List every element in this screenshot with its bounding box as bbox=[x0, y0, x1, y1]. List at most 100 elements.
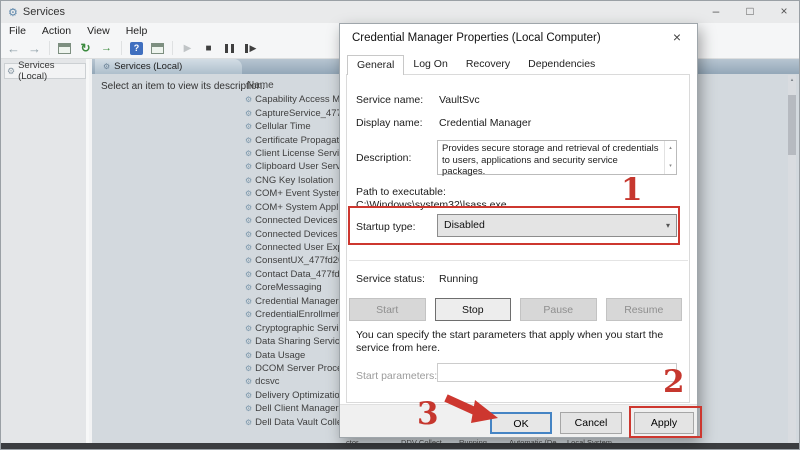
service-list-item[interactable]: Delivery Optimizatio bbox=[245, 389, 341, 402]
display-name-value: Credential Manager bbox=[439, 117, 532, 129]
properties-icon[interactable] bbox=[149, 40, 166, 56]
service-list-item[interactable]: CredentialEnrollmen bbox=[245, 308, 341, 321]
services-list: Capability Access MaCaptureService_477fC… bbox=[245, 93, 341, 429]
annotation-box-apply bbox=[629, 406, 702, 438]
service-list-item[interactable]: Cryptographic Servi bbox=[245, 321, 341, 334]
services-tab-label: Services (Local) bbox=[114, 61, 183, 72]
service-list-item[interactable]: Certificate Propagati bbox=[245, 133, 341, 146]
console-tree-panel: ⚙ Services (Local) bbox=[1, 59, 89, 443]
path-to-executable-label: Path to executable: bbox=[356, 186, 446, 198]
minimize-button[interactable]: – bbox=[699, 1, 733, 23]
resume-button[interactable]: Resume bbox=[605, 298, 682, 321]
service-list-item[interactable]: ConsentUX_477fd20 bbox=[245, 254, 341, 267]
bottom-dark-bar bbox=[1, 443, 799, 449]
menu-help[interactable]: Help bbox=[118, 25, 156, 37]
service-list-item[interactable]: COM+ System Appli bbox=[245, 201, 341, 214]
start-service-icon[interactable]: ▶ bbox=[179, 40, 196, 56]
annotation-step-1: 1 bbox=[621, 172, 643, 208]
service-list-item[interactable]: dcsvc bbox=[245, 375, 341, 388]
help-icon[interactable]: ? bbox=[128, 40, 145, 56]
window-title: Services bbox=[22, 6, 66, 18]
dialog-title: Credential Manager Properties (Local Com… bbox=[340, 24, 697, 52]
tree-item-services-local[interactable]: ⚙ Services (Local) bbox=[4, 60, 86, 82]
cancel-button[interactable]: Cancel bbox=[560, 412, 622, 434]
service-list-item[interactable]: Contact Data_477fd2 bbox=[245, 268, 341, 281]
scroll-down-icon[interactable]: ▾ bbox=[669, 161, 672, 173]
services-window: ⚙ Services – □ × File Action View Help ←… bbox=[0, 0, 800, 450]
service-list-item[interactable]: Capability Access Ma bbox=[245, 93, 341, 106]
tab-log-on[interactable]: Log On bbox=[404, 55, 456, 75]
service-control-buttons: Start Stop Pause Resume bbox=[349, 298, 682, 321]
section-divider bbox=[349, 260, 688, 261]
services-local-tab[interactable]: ⚙ Services (Local) bbox=[95, 59, 242, 74]
title-bar: ⚙ Services – □ × bbox=[1, 1, 799, 23]
services-tab-icon: ⚙ bbox=[103, 62, 111, 71]
dialog-close-icon[interactable]: × bbox=[665, 28, 689, 48]
display-name-label: Display name: bbox=[356, 117, 423, 129]
service-list-item[interactable]: Data Sharing Service bbox=[245, 335, 341, 348]
service-list-item[interactable]: Data Usage bbox=[245, 348, 341, 361]
menu-action[interactable]: Action bbox=[34, 25, 79, 37]
service-list-item[interactable]: DCOM Server Proces bbox=[245, 362, 341, 375]
description-textbox[interactable]: Provides secure storage and retrieval of… bbox=[437, 140, 677, 177]
service-name-label: Service name: bbox=[356, 94, 424, 106]
toolbar-separator bbox=[121, 41, 122, 55]
start-parameters-hint: You can specify the start parameters tha… bbox=[356, 329, 664, 354]
pause-service-icon[interactable] bbox=[221, 40, 238, 56]
tab-general[interactable]: General bbox=[347, 55, 405, 75]
forward-icon[interactable]: → bbox=[26, 40, 43, 56]
service-name-value: VaultSvc bbox=[439, 94, 480, 106]
toolbar-separator bbox=[49, 41, 50, 55]
stop-service-icon[interactable]: ■ bbox=[200, 40, 217, 56]
pause-button[interactable]: Pause bbox=[520, 298, 597, 321]
tree-item-label: Services (Local) bbox=[18, 60, 55, 82]
services-node-icon: ⚙ bbox=[7, 65, 16, 76]
tab-recovery[interactable]: Recovery bbox=[457, 55, 519, 75]
export-list-icon[interactable]: → bbox=[98, 40, 115, 56]
scroll-up-icon[interactable]: ▴ bbox=[669, 143, 672, 155]
annotation-box-startup-type bbox=[348, 206, 680, 245]
start-parameters-input[interactable] bbox=[437, 363, 677, 382]
service-list-item[interactable]: Cellular Time bbox=[245, 120, 341, 133]
service-list-item[interactable]: CNG Key Isolation bbox=[245, 174, 341, 187]
vertical-scrollbar[interactable]: ▴ bbox=[788, 75, 796, 443]
maximize-button[interactable]: □ bbox=[733, 1, 767, 23]
scrollbar-thumb[interactable] bbox=[788, 95, 796, 155]
service-list-item[interactable]: Clipboard User Servi bbox=[245, 160, 341, 173]
service-list-item[interactable]: Credential Manager bbox=[245, 295, 341, 308]
start-parameters-label: Start parameters: bbox=[356, 370, 438, 382]
start-button[interactable]: Start bbox=[349, 298, 426, 321]
name-column-header[interactable]: Name bbox=[247, 80, 274, 91]
service-list-item[interactable]: Connected User Exp bbox=[245, 241, 341, 254]
dialog-tabs: General Log On Recovery Dependencies bbox=[347, 55, 604, 75]
annotation-step-2: 2 bbox=[663, 364, 685, 400]
back-icon[interactable]: ← bbox=[5, 40, 22, 56]
service-list-item[interactable]: Connected Devices P bbox=[245, 214, 341, 227]
menu-view[interactable]: View bbox=[79, 25, 118, 37]
description-label: Description: bbox=[356, 152, 412, 164]
service-list-item[interactable]: Client License Servic bbox=[245, 147, 341, 160]
tab-dependencies[interactable]: Dependencies bbox=[519, 55, 604, 75]
service-status-label: Service status: bbox=[356, 273, 425, 285]
description-hint: Select an item to view its description. bbox=[101, 81, 265, 92]
service-list-item[interactable]: Connected Devices P bbox=[245, 227, 341, 240]
description-scrollbar[interactable]: ▴ ▾ bbox=[664, 141, 676, 174]
service-status-value: Running bbox=[439, 273, 479, 285]
service-list-item[interactable]: CoreMessaging bbox=[245, 281, 341, 294]
service-list-item[interactable]: CaptureService_477f bbox=[245, 106, 341, 119]
annotation-arrow-icon bbox=[444, 394, 498, 423]
stop-button[interactable]: Stop bbox=[434, 298, 511, 321]
services-app-icon: ⚙ bbox=[8, 6, 18, 19]
service-list-item[interactable]: Dell Client Manager bbox=[245, 402, 341, 415]
show-console-tree-icon[interactable] bbox=[56, 40, 73, 56]
service-list-item[interactable]: Dell Data Vault Colle bbox=[245, 416, 341, 429]
toolbar-separator bbox=[172, 41, 173, 55]
close-button[interactable]: × bbox=[767, 1, 799, 23]
ok-button[interactable]: OK bbox=[490, 412, 552, 434]
refresh-icon[interactable]: ↻ bbox=[77, 40, 94, 56]
restart-service-icon[interactable]: ▶ bbox=[242, 40, 259, 56]
scroll-up-icon[interactable]: ▴ bbox=[788, 77, 796, 83]
menu-file[interactable]: File bbox=[1, 25, 34, 37]
service-list-item[interactable]: COM+ Event System bbox=[245, 187, 341, 200]
annotation-step-3: 3 bbox=[417, 396, 439, 432]
